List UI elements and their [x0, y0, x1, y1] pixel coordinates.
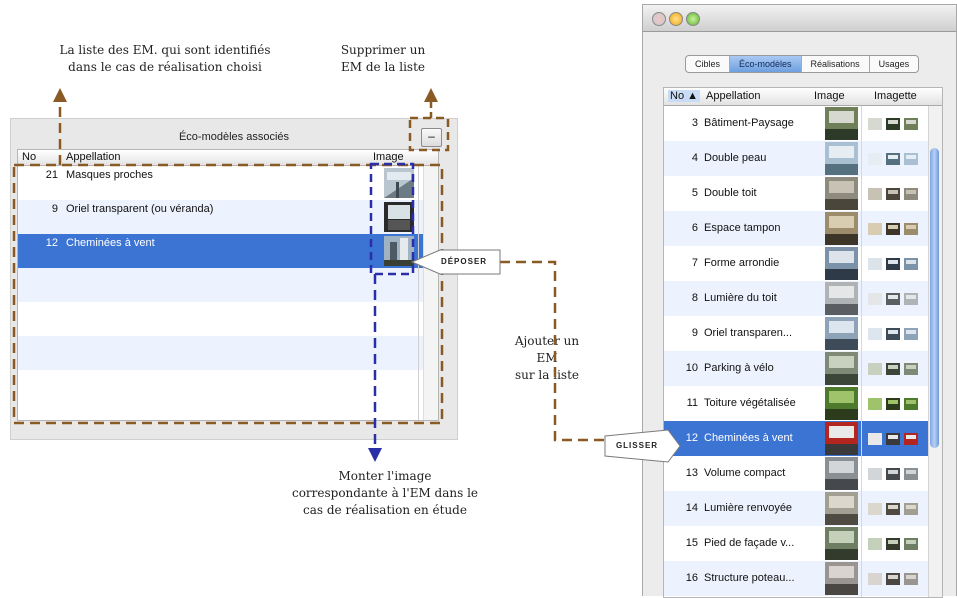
drag-label: GLISSER [615, 441, 659, 450]
drop-label: DÉPOSER [440, 257, 488, 266]
drag-path [500, 260, 668, 442]
table-highlight-box [12, 163, 444, 425]
image-column-highlight [369, 162, 415, 276]
image-arrow-head [368, 448, 382, 462]
remove-highlight-box [408, 116, 450, 152]
annotation-arrows [12, 88, 681, 463]
remove-arrow-head [424, 88, 438, 102]
list-arrow-head [53, 88, 67, 102]
